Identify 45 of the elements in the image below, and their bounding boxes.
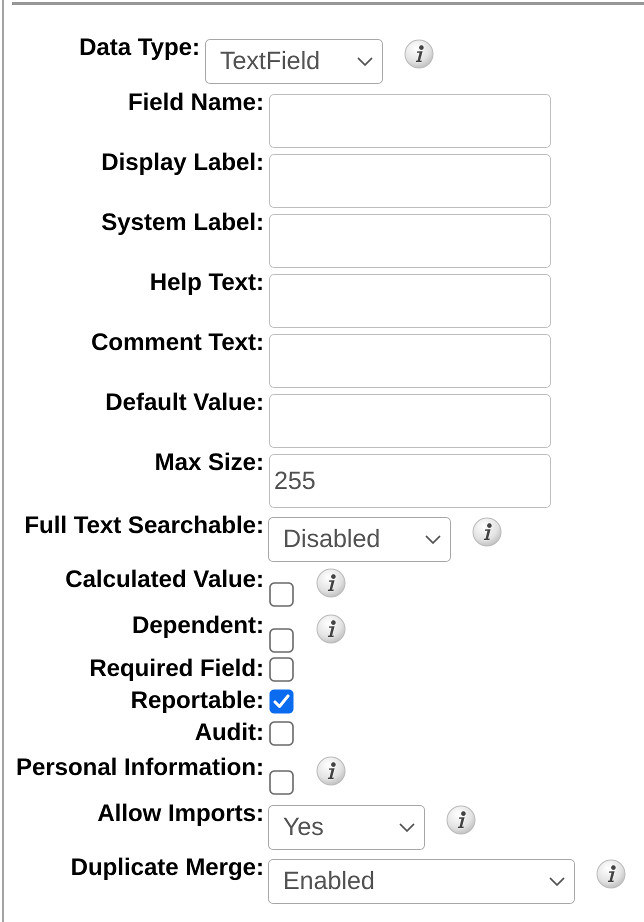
dropdown[interactable]: TextField <box>205 39 383 84</box>
chevron-down-icon <box>357 57 373 66</box>
field-label: Default Value: <box>104 391 264 415</box>
checkbox[interactable] <box>269 721 294 746</box>
checkbox[interactable] <box>269 582 294 607</box>
info-icon[interactable] <box>316 614 346 644</box>
dropdown[interactable]: Yes <box>268 805 425 850</box>
field-label: Field Name: <box>126 91 264 115</box>
checkbox[interactable] <box>269 689 294 714</box>
checkbox[interactable] <box>269 770 294 795</box>
field-label: Max Size: <box>154 451 264 475</box>
text-input[interactable] <box>269 274 551 328</box>
checkbox[interactable] <box>269 628 294 653</box>
info-icon[interactable] <box>472 517 502 547</box>
info-icon[interactable] <box>446 805 476 835</box>
info-icon[interactable] <box>596 859 626 889</box>
field-label: System Label: <box>100 211 264 235</box>
text-input[interactable] <box>269 214 551 268</box>
chevron-down-icon <box>549 877 565 886</box>
chevron-down-icon <box>399 823 415 832</box>
field-label: Personal Information: <box>14 756 264 780</box>
text-input[interactable] <box>269 394 551 448</box>
text-input[interactable] <box>269 94 551 148</box>
field-label: Allow Imports: <box>96 802 264 826</box>
info-icon[interactable] <box>316 756 346 786</box>
field-label: Display Label: <box>100 151 264 175</box>
info-icon[interactable] <box>316 568 346 598</box>
field-label: Required Field: <box>88 657 264 681</box>
field-label: Audit: <box>194 721 264 745</box>
field-label: Dependent: <box>131 614 264 638</box>
field-label: Reportable: <box>130 689 264 713</box>
checkbox[interactable] <box>269 657 294 682</box>
field-label: Duplicate Merge: <box>70 856 264 880</box>
field-label: Full Text Searchable: <box>23 514 264 538</box>
field-label: Comment Text: <box>90 331 264 355</box>
info-icon[interactable] <box>404 39 434 69</box>
field-label: Calculated Value: <box>64 568 264 592</box>
text-input[interactable] <box>269 334 551 388</box>
dropdown[interactable]: Enabled <box>268 859 575 904</box>
text-input[interactable] <box>269 154 551 208</box>
dropdown[interactable]: Disabled <box>268 517 451 562</box>
chevron-down-icon <box>425 535 441 544</box>
text-input[interactable]: 255 <box>269 454 551 508</box>
field-label: Help Text: <box>148 271 264 295</box>
field-label: Data Type: <box>78 36 200 60</box>
